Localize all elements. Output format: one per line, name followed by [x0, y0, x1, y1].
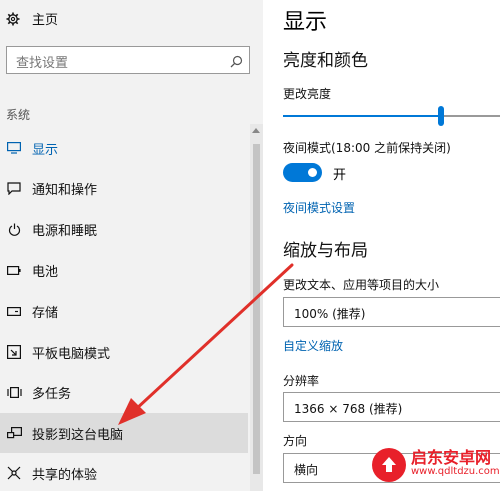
sidebar-item-tablet-mode[interactable]: 平板电脑模式: [0, 332, 248, 372]
scale-select[interactable]: 100% (推荐): [283, 297, 500, 327]
scroll-up-icon[interactable]: [252, 128, 260, 133]
search-input[interactable]: 查找设置: [6, 46, 250, 74]
brightness-label: 更改亮度: [283, 87, 332, 101]
sidebar-item-label: 电池: [32, 264, 59, 280]
sidebar-item-multitasking[interactable]: 多任务: [0, 372, 248, 412]
scale-label: 更改文本、应用等项目的大小: [283, 278, 440, 292]
monitor-icon: [6, 140, 22, 156]
brightness-slider[interactable]: [283, 106, 500, 126]
brightness-slider-thumb[interactable]: [438, 106, 444, 126]
main-panel: 显示 亮度和颜色 更改亮度 夜间模式(18:00 之前保持关闭) 开 夜间模式设…: [263, 0, 500, 491]
night-mode-state: 开: [333, 168, 347, 183]
multitasking-icon: [6, 384, 22, 400]
sidebar-item-label: 显示: [32, 142, 59, 158]
power-icon: [6, 221, 22, 237]
tablet-mode-icon: [6, 344, 22, 360]
resolution-select-value: 1366 × 768 (推荐): [294, 402, 403, 416]
sidebar-item-label: 电源和睡眠: [32, 223, 98, 239]
home-label: 主页: [32, 13, 59, 28]
resolution-label: 分辨率: [283, 374, 320, 388]
storage-icon: [6, 303, 22, 319]
watermark-logo-icon: [372, 448, 406, 482]
watermark-name: 启东安卓网: [411, 448, 492, 467]
night-mode-settings-link[interactable]: 夜间模式设置: [283, 199, 355, 216]
orientation-label: 方向: [283, 434, 308, 448]
sidebar-item-project[interactable]: 投影到这台电脑: [0, 413, 248, 453]
chat-bubble-icon: [6, 180, 22, 196]
project-icon: [6, 425, 22, 441]
sidebar-item-notifications[interactable]: 通知和操作: [0, 168, 248, 208]
scale-heading: 缩放与布局: [283, 241, 368, 261]
resolution-select[interactable]: 1366 × 768 (推荐): [283, 392, 500, 422]
search-placeholder: 查找设置: [16, 56, 69, 71]
toggle-knob: [308, 168, 317, 177]
page-title: 显示: [283, 10, 328, 35]
battery-icon: [6, 262, 22, 278]
section-label-system: 系统: [6, 108, 31, 122]
night-mode-label: 夜间模式(18:00 之前保持关闭): [283, 141, 451, 155]
scrollbar-thumb[interactable]: [253, 144, 260, 474]
home-link[interactable]: 主页: [6, 9, 58, 28]
sidebar-item-label: 共享的体验: [32, 467, 98, 483]
sidebar-item-label: 存储: [32, 305, 59, 321]
brightness-heading: 亮度和颜色: [283, 51, 368, 71]
sidebar: 主页 查找设置 系统 显示 通知和操作 电源和睡眠 电池 存储 平板电脑模式 多…: [0, 0, 263, 491]
gear-icon: [6, 12, 20, 26]
watermark: 启东安卓网 www.qdltdzu.com: [372, 448, 500, 482]
brightness-slider-fill: [283, 115, 441, 117]
sidebar-item-power[interactable]: 电源和睡眠: [0, 209, 248, 249]
custom-scale-link[interactable]: 自定义缩放: [283, 337, 343, 354]
sidebar-scrollbar[interactable]: [250, 124, 263, 491]
sidebar-item-label: 多任务: [32, 386, 72, 402]
sidebar-item-display[interactable]: 显示: [0, 128, 248, 168]
sidebar-item-label: 投影到这台电脑: [32, 427, 124, 443]
sidebar-item-battery[interactable]: 电池: [0, 250, 248, 290]
watermark-url: www.qdltdzu.com: [411, 466, 500, 477]
shared-experiences-icon: [6, 465, 22, 481]
sidebar-item-storage[interactable]: 存储: [0, 291, 248, 331]
sidebar-item-shared-experiences[interactable]: 共享的体验: [0, 453, 248, 493]
scale-select-value: 100% (推荐): [294, 307, 366, 321]
sidebar-item-label: 通知和操作: [32, 182, 98, 198]
night-mode-toggle[interactable]: [283, 163, 322, 182]
search-icon: [230, 53, 243, 72]
orientation-select-value: 横向: [294, 463, 319, 477]
sidebar-item-label: 平板电脑模式: [32, 346, 111, 362]
